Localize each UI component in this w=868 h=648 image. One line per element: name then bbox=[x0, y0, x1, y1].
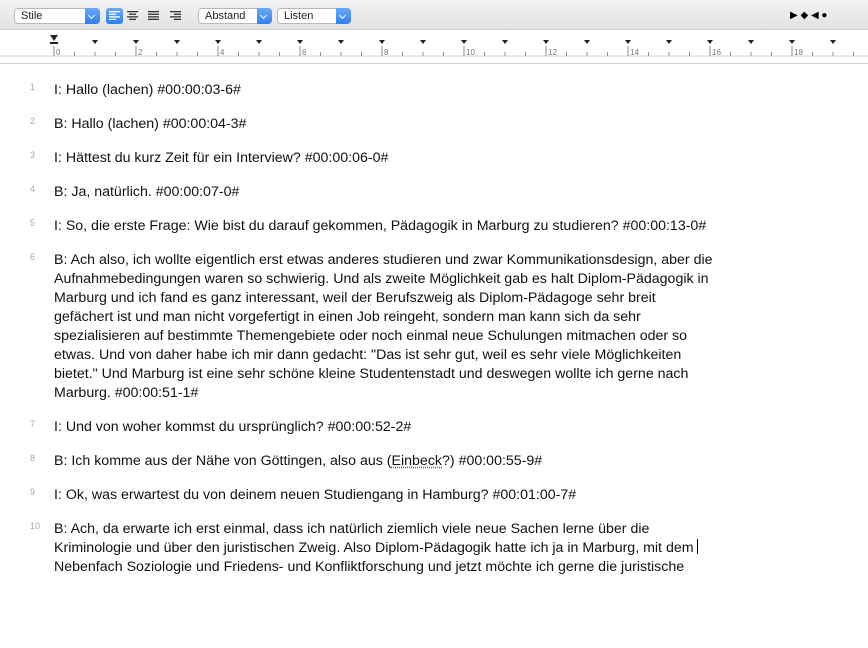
ruler-number: 18 bbox=[794, 48, 803, 57]
transcript-line: B: Ach also, ich wollte eigentlich erst … bbox=[54, 252, 713, 268]
tab-stop-marker[interactable] bbox=[215, 40, 221, 44]
ruler[interactable]: 0246810121416182 bbox=[0, 30, 868, 64]
tab-stop-marker[interactable] bbox=[584, 40, 590, 44]
line-number: 4 bbox=[30, 184, 36, 194]
transcript-line: spezialisieren auf bestimmte Themengebie… bbox=[54, 328, 688, 344]
tab-stop-marker[interactable] bbox=[297, 40, 303, 44]
tab-stop-marker[interactable] bbox=[420, 40, 426, 44]
tab-stop-marker[interactable] bbox=[830, 40, 836, 44]
chevron-down-icon bbox=[336, 8, 351, 24]
document-body[interactable]: 1 I: Hallo (lachen) #00:00:03-6# 2 B: Hallo… bbox=[0, 65, 868, 648]
transcript-paragraph[interactable]: B: Ich komme aus der Nähe von Göttingen,… bbox=[54, 452, 854, 471]
line-number: 8 bbox=[30, 453, 36, 463]
transcript-line: I: Hättest du kurz Zeit für ein Intervie… bbox=[54, 150, 389, 166]
transcript-line: I: Hallo (lachen) #00:00:03-6# bbox=[54, 82, 241, 98]
line-number: 7 bbox=[30, 419, 36, 429]
transcript-line: B: Hallo (lachen) #00:00:04-3# bbox=[54, 116, 247, 132]
line-number: 10 bbox=[30, 521, 41, 531]
chevron-down-icon bbox=[257, 8, 272, 24]
transcript-line: etwas. Und von daher habe ich mir dann g… bbox=[54, 347, 682, 363]
chevron-down-icon bbox=[85, 8, 100, 24]
transcript-paragraph[interactable]: I: Ok, was erwartest du von deinem neuen… bbox=[54, 486, 854, 505]
spacing-popup[interactable]: Abstand bbox=[198, 8, 272, 24]
tab-stop-marker[interactable] bbox=[707, 40, 713, 44]
tab-stop-marker[interactable] bbox=[338, 40, 344, 44]
lists-popup[interactable]: Listen bbox=[277, 8, 351, 24]
line-number: 9 bbox=[30, 487, 36, 497]
spacing-popup-label: Abstand bbox=[205, 10, 246, 22]
transcript-paragraph[interactable]: I: Hallo (lachen) #00:00:03-6# bbox=[54, 81, 854, 100]
transcript-paragraph[interactable]: I: So, die erste Frage: Wie bist du dara… bbox=[54, 217, 854, 236]
transcript-line: bietet." Und Marburg ist eine sehr schön… bbox=[54, 366, 689, 382]
transcript-paragraph[interactable]: I: Und von woher kommst du ursprünglich?… bbox=[54, 418, 854, 437]
transcript-line: Aufnahmebedingungen waren so schwierig. … bbox=[54, 271, 709, 287]
lists-popup-label: Listen bbox=[284, 10, 314, 22]
misspelled-word[interactable]: Einbeck bbox=[392, 453, 442, 469]
format-toolbar: Stile Abstand Listen ▶ ◆ ◀ ● bbox=[0, 0, 868, 30]
transcript-paragraph[interactable]: B: Ja, natürlich. #00:00:07-0# bbox=[54, 183, 854, 202]
line-number: 3 bbox=[30, 150, 36, 160]
navigation-controls[interactable]: ▶ ◆ ◀ ● bbox=[790, 10, 827, 22]
align-justify-icon bbox=[148, 11, 159, 20]
styles-popup-label: Stile bbox=[21, 10, 43, 22]
align-center-button[interactable] bbox=[124, 8, 141, 24]
tab-stop-marker[interactable] bbox=[379, 40, 385, 44]
transcript-paragraph[interactable]: B: Hallo (lachen) #00:00:04-3# bbox=[54, 115, 854, 134]
transcript-line: Nebenfach Soziologie und Friedens- und K… bbox=[54, 559, 685, 575]
ruler-ticks bbox=[0, 35, 868, 57]
ruler-number: 16 bbox=[712, 48, 721, 57]
align-justify-button[interactable] bbox=[145, 8, 162, 24]
ruler-number: 0 bbox=[56, 48, 61, 57]
transcript-line: gefächert ist und man nicht vorgefertigt… bbox=[54, 309, 641, 325]
align-center-icon bbox=[127, 11, 138, 20]
indent-marker[interactable] bbox=[50, 35, 58, 41]
tab-stop-marker[interactable] bbox=[502, 40, 508, 44]
align-right-icon bbox=[170, 11, 181, 20]
ruler-number: 12 bbox=[548, 48, 557, 57]
tab-stop-marker[interactable] bbox=[543, 40, 549, 44]
align-left-icon bbox=[109, 11, 120, 20]
align-right-button[interactable] bbox=[167, 8, 184, 24]
ruler-number: 2 bbox=[138, 48, 143, 57]
tab-stop-marker[interactable] bbox=[133, 40, 139, 44]
transcript-line: Marburg. #00:00:51-1# bbox=[54, 385, 199, 401]
tab-stop-marker[interactable] bbox=[174, 40, 180, 44]
align-left-button[interactable] bbox=[106, 8, 123, 24]
ruler-number: 14 bbox=[630, 48, 639, 57]
transcript-line: B: Ich komme aus der Nähe von Göttingen,… bbox=[54, 452, 854, 471]
transcript-line: I: So, die erste Frage: Wie bist du dara… bbox=[54, 218, 707, 234]
tab-stop-marker[interactable] bbox=[256, 40, 262, 44]
text-segment: ?) #00:00:55-9# bbox=[442, 453, 543, 469]
ruler-number: 6 bbox=[302, 48, 307, 57]
transcript-line: I: Ok, was erwartest du von deinem neuen… bbox=[54, 487, 577, 503]
transcript-paragraph[interactable]: B: Ach, da erwarte ich erst einmal, dass… bbox=[54, 520, 854, 577]
ruler-number: 8 bbox=[384, 48, 389, 57]
transcript-line: B: Ach, da erwarte ich erst einmal, dass… bbox=[54, 521, 650, 537]
transcript-line: I: Und von woher kommst du ursprünglich?… bbox=[54, 419, 412, 435]
styles-popup[interactable]: Stile bbox=[14, 8, 100, 24]
text-cursor bbox=[696, 539, 698, 554]
ruler-number: 4 bbox=[220, 48, 225, 57]
first-line-indent-marker[interactable] bbox=[50, 42, 58, 44]
ruler-number: 10 bbox=[466, 48, 475, 57]
tab-stop-marker[interactable] bbox=[748, 40, 754, 44]
line-number: 6 bbox=[30, 252, 36, 262]
tab-stop-marker[interactable] bbox=[789, 40, 795, 44]
tab-stop-marker[interactable] bbox=[461, 40, 467, 44]
tab-stop-marker[interactable] bbox=[625, 40, 631, 44]
text-segment: B: Ich komme aus der Nähe von Göttingen,… bbox=[54, 453, 392, 469]
tab-stop-marker[interactable] bbox=[666, 40, 672, 44]
transcript-line: Marburg und ich fand es ganz interessant… bbox=[54, 290, 656, 306]
tab-stop-marker[interactable] bbox=[92, 40, 98, 44]
line-number: 2 bbox=[30, 116, 36, 126]
transcript-line: Kriminologie und über den juristischen Z… bbox=[54, 539, 854, 558]
transcript-paragraph[interactable]: B: Ach also, ich wollte eigentlich erst … bbox=[54, 251, 854, 403]
transcript-paragraph[interactable]: I: Hättest du kurz Zeit für ein Intervie… bbox=[54, 149, 854, 168]
transcript-line: B: Ja, natürlich. #00:00:07-0# bbox=[54, 184, 240, 200]
line-number: 1 bbox=[30, 82, 36, 92]
line-number: 5 bbox=[30, 218, 36, 228]
